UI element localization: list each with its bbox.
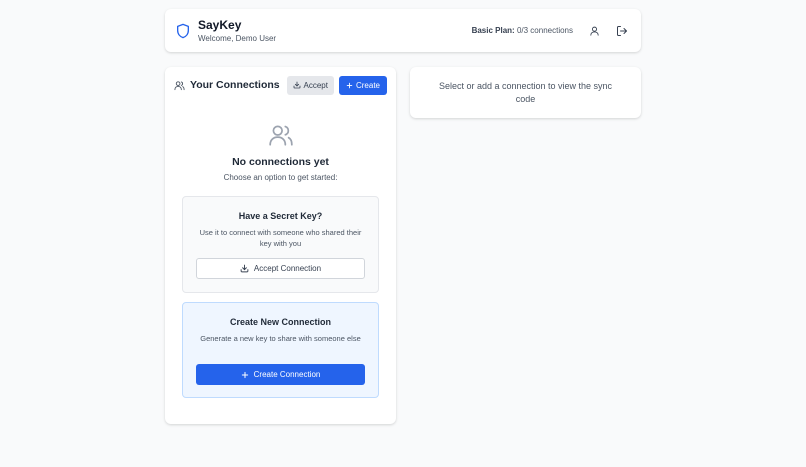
secret-key-title: Have a Secret Key? xyxy=(238,211,323,221)
plan-label: Basic Plan: xyxy=(471,26,515,35)
download-icon xyxy=(240,264,249,273)
create-connection-option: Create New Connection Generate a new key… xyxy=(182,302,379,398)
plan-status: Basic Plan: 0/3 connections xyxy=(472,26,573,35)
app-header: SayKey Welcome, Demo User Basic Plan: 0/… xyxy=(165,9,641,52)
empty-state-title: No connections yet xyxy=(232,156,329,168)
logout-icon[interactable] xyxy=(615,24,629,38)
sync-code-panel: Select or add a connection to view the s… xyxy=(410,67,641,118)
welcome-text: Welcome, Demo User xyxy=(198,33,277,43)
plus-icon xyxy=(241,371,248,378)
create-button-label: Create xyxy=(355,80,380,90)
users-icon xyxy=(174,80,185,91)
plus-icon xyxy=(346,82,353,88)
accept-connection-label: Accept Connection xyxy=(253,264,322,273)
create-connection-description: Generate a new key to share with someone… xyxy=(200,334,361,343)
create-connection-button[interactable]: Create Connection xyxy=(196,364,365,385)
app-name: SayKey xyxy=(198,17,242,32)
user-icon[interactable] xyxy=(587,24,601,38)
connections-title: Your Connections xyxy=(190,79,280,91)
accept-button-label: Accept xyxy=(303,80,328,90)
connections-header: Your Connections Accept Create xyxy=(174,75,387,95)
create-button[interactable]: Create xyxy=(338,75,387,95)
create-connection-title: Create New Connection xyxy=(229,317,332,327)
sync-code-placeholder: Select or add a connection to view the s… xyxy=(438,80,613,104)
create-connection-label: Create Connection xyxy=(253,370,321,379)
plan-usage: 0/3 connections xyxy=(516,26,573,35)
connections-actions: Accept Create xyxy=(286,75,387,95)
secret-key-option: Have a Secret Key? Use it to connect wit… xyxy=(182,196,379,293)
secret-key-description: Use it to connect with someone who share… xyxy=(199,228,362,248)
header-actions: Basic Plan: 0/3 connections xyxy=(472,24,629,38)
shield-icon xyxy=(175,22,191,40)
connections-card: Your Connections Accept Create No connec… xyxy=(165,67,396,424)
brand: SayKey Welcome, Demo User xyxy=(175,18,276,44)
empty-state-subtitle: Choose an option to get started: xyxy=(223,173,338,182)
download-icon xyxy=(293,81,300,89)
brand-text: SayKey Welcome, Demo User xyxy=(198,18,276,44)
accept-button[interactable]: Accept xyxy=(286,75,334,95)
users-large-icon xyxy=(268,122,294,148)
accept-connection-button[interactable]: Accept Connection xyxy=(196,258,365,279)
